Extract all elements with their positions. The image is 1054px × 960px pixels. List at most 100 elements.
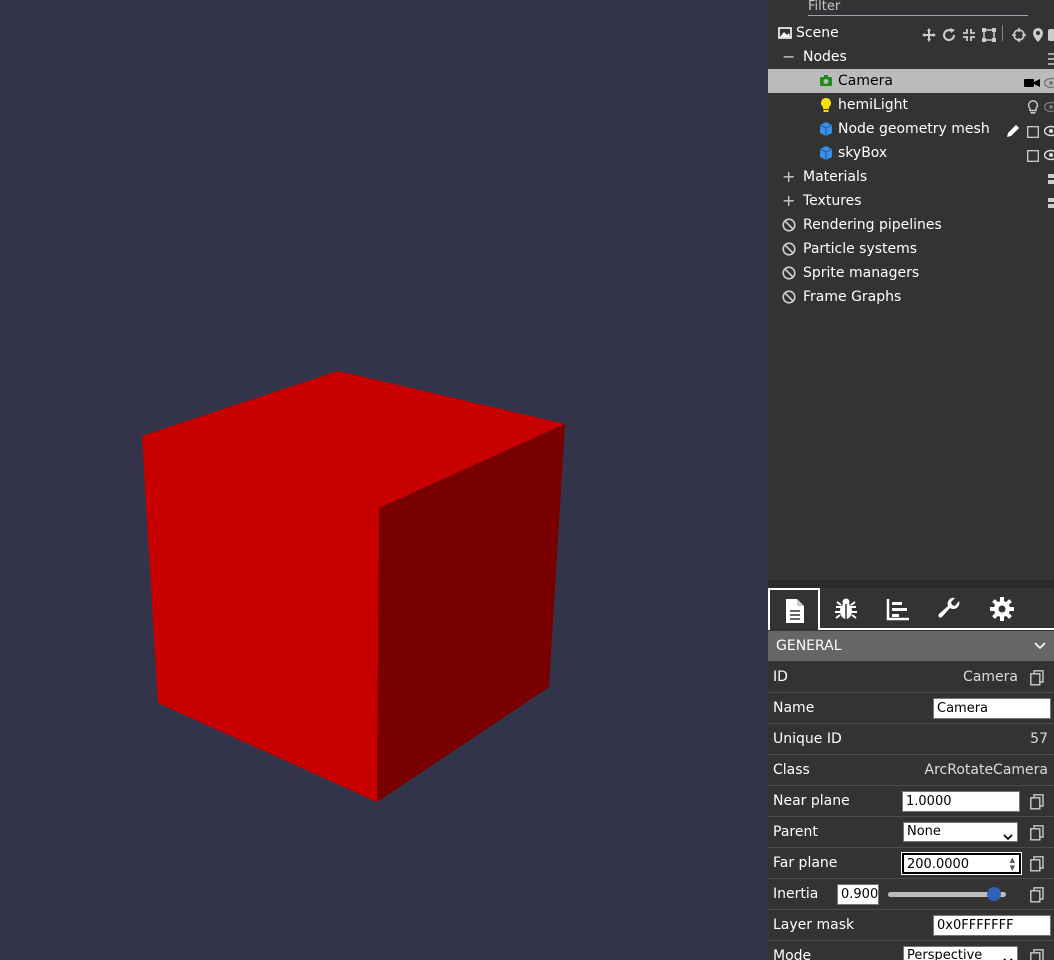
tree-item-label: hemiLight bbox=[838, 97, 908, 113]
tree-item-label: skyBox bbox=[838, 145, 888, 161]
input-value: 200.0000 bbox=[907, 857, 970, 872]
mode-select[interactable]: Perspective bbox=[903, 946, 1018, 960]
prop-label: Near plane bbox=[773, 793, 850, 809]
ban-icon bbox=[782, 218, 796, 232]
copy-icon[interactable] bbox=[1030, 670, 1044, 686]
collapse-icon[interactable]: − bbox=[782, 45, 795, 69]
far-plane-input[interactable]: 200.0000 ▲ ▼ bbox=[901, 852, 1022, 875]
render-canvas[interactable] bbox=[0, 0, 768, 960]
prop-label: Layer mask bbox=[773, 917, 855, 933]
prop-mode: Mode Perspective bbox=[768, 941, 1054, 960]
layer-mask-input[interactable]: 0x0FFFFFFF bbox=[933, 915, 1051, 936]
copy-icon[interactable] bbox=[1030, 949, 1044, 960]
inertia-input[interactable]: 0.9000 bbox=[837, 884, 879, 905]
prop-label: Inertia bbox=[773, 886, 819, 902]
prop-unique-id: Unique ID 57 bbox=[768, 724, 1054, 755]
chevron-down-icon[interactable] bbox=[1034, 631, 1046, 661]
scene-row[interactable]: Scene bbox=[768, 21, 1054, 45]
general-section-header[interactable]: GENERAL bbox=[768, 631, 1054, 661]
name-input[interactable]: Camera bbox=[933, 698, 1051, 719]
ban-icon bbox=[782, 266, 796, 280]
section-title: GENERAL bbox=[776, 638, 842, 654]
tree-item-camera[interactable]: Camera bbox=[768, 69, 1054, 93]
prop-far-plane: Far plane 200.0000 ▲ ▼ bbox=[768, 848, 1054, 879]
scene-explorer: Filter Scene − Nodes Camera hemiLight No… bbox=[768, 0, 1054, 580]
toolbar-divider bbox=[1002, 25, 1003, 41]
copy-icon[interactable] bbox=[1030, 825, 1044, 841]
ban-icon bbox=[782, 242, 796, 256]
inertia-slider-thumb[interactable] bbox=[987, 887, 1002, 901]
frame-graphs-label: Frame Graphs bbox=[803, 289, 902, 305]
prop-layer-mask: Layer mask 0x0FFFFFFF bbox=[768, 910, 1054, 941]
tree-item-skybox[interactable]: skyBox bbox=[768, 141, 1054, 165]
copy-icon[interactable] bbox=[1030, 856, 1044, 872]
prop-label: Class bbox=[773, 762, 810, 778]
ban-icon bbox=[782, 290, 796, 304]
materials-row[interactable]: + Materials bbox=[768, 165, 1054, 189]
tree-item-node-geometry-mesh[interactable]: Node geometry mesh bbox=[768, 117, 1054, 141]
gear-icon bbox=[990, 597, 1014, 621]
rendering-pipelines-label: Rendering pipelines bbox=[803, 217, 942, 233]
tree-item-label: Node geometry mesh bbox=[838, 121, 990, 137]
prop-class: Class ArcRotateCamera bbox=[768, 755, 1054, 786]
tree-item-label: Camera bbox=[838, 73, 893, 89]
select-value: None bbox=[907, 824, 941, 839]
tab-settings[interactable] bbox=[976, 588, 1028, 630]
panel-splitter[interactable] bbox=[768, 580, 1054, 588]
prop-value: Camera bbox=[963, 669, 1018, 685]
inspector-tabs bbox=[768, 588, 1054, 630]
nodes-label: Nodes bbox=[803, 49, 847, 65]
inspector-panel: GENERAL ID Camera Name Camera Unique ID … bbox=[768, 588, 1054, 960]
wrench-icon bbox=[938, 597, 960, 618]
tab-tools[interactable] bbox=[924, 588, 976, 630]
prop-label: Mode bbox=[773, 948, 812, 960]
scene-label: Scene bbox=[796, 25, 839, 41]
prop-parent: Parent None bbox=[768, 817, 1054, 848]
prop-value: ArcRotateCamera bbox=[924, 762, 1049, 778]
expand-icon[interactable]: + bbox=[782, 189, 795, 213]
textures-label: Textures bbox=[803, 193, 862, 209]
prop-inertia: Inertia 0.9000 bbox=[768, 879, 1054, 910]
prop-label: Name bbox=[773, 700, 815, 716]
nodes-row[interactable]: − Nodes bbox=[768, 45, 1054, 69]
frame-graphs-row[interactable]: Frame Graphs bbox=[768, 285, 1054, 309]
textures-row[interactable]: + Textures bbox=[768, 189, 1054, 213]
prop-value: 57 bbox=[1030, 731, 1048, 747]
chevron-down-icon bbox=[1003, 829, 1013, 847]
parent-select[interactable]: None bbox=[903, 822, 1018, 842]
prop-label: Unique ID bbox=[773, 731, 842, 747]
near-plane-input[interactable]: 1.0000 bbox=[902, 791, 1020, 812]
filter-input[interactable]: Filter bbox=[808, 0, 1028, 16]
cube-icon bbox=[819, 146, 833, 160]
copy-icon[interactable] bbox=[1030, 794, 1044, 810]
cube-render bbox=[142, 371, 565, 802]
image-icon bbox=[778, 26, 792, 40]
tab-debug[interactable] bbox=[820, 588, 872, 630]
prop-label: ID bbox=[773, 669, 788, 685]
camera-icon bbox=[819, 74, 833, 88]
cube-icon bbox=[819, 122, 833, 136]
chart-bar-icon bbox=[886, 599, 909, 621]
tab-statistics[interactable] bbox=[872, 588, 924, 630]
sprite-managers-row[interactable]: Sprite managers bbox=[768, 261, 1054, 285]
particle-systems-label: Particle systems bbox=[803, 241, 918, 257]
prop-label: Far plane bbox=[773, 855, 838, 871]
select-value: Perspective bbox=[907, 948, 983, 960]
lightbulb-icon bbox=[819, 98, 833, 112]
particle-systems-row[interactable]: Particle systems bbox=[768, 237, 1054, 261]
tree-item-hemilight[interactable]: hemiLight bbox=[768, 93, 1054, 117]
prop-near-plane: Near plane 1.0000 bbox=[768, 786, 1054, 817]
expand-icon[interactable]: + bbox=[782, 165, 795, 189]
prop-label: Parent bbox=[773, 824, 818, 840]
file-icon bbox=[786, 599, 804, 623]
copy-icon[interactable] bbox=[1030, 887, 1044, 903]
prop-name: Name Camera bbox=[768, 693, 1054, 724]
tab-properties[interactable] bbox=[768, 588, 820, 630]
chevron-down-icon bbox=[1003, 953, 1013, 960]
bug-icon bbox=[835, 598, 857, 619]
sprite-managers-label: Sprite managers bbox=[803, 265, 920, 281]
rendering-pipelines-row[interactable]: Rendering pipelines bbox=[768, 213, 1054, 237]
materials-label: Materials bbox=[803, 169, 868, 185]
spinner-arrows-icon[interactable]: ▲ ▼ bbox=[1010, 856, 1015, 872]
prop-id: ID Camera bbox=[768, 662, 1054, 693]
